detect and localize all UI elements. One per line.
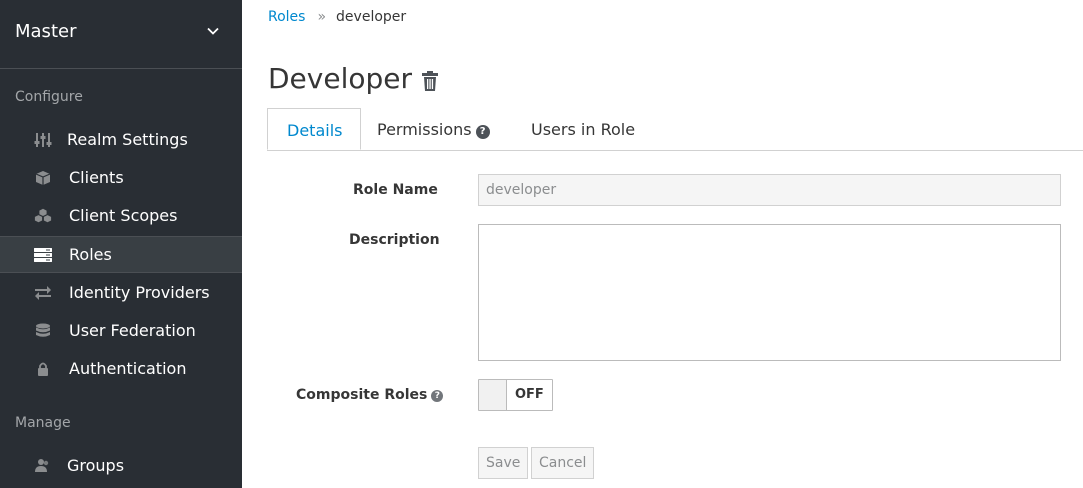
tab-label: Users in Role	[531, 120, 636, 139]
sidebar-item-label: User Federation	[69, 321, 196, 340]
cubes-icon	[34, 208, 52, 223]
sidebar-item-identity-providers[interactable]: Identity Providers	[0, 274, 242, 311]
sidebar-item-clients[interactable]: Clients	[0, 159, 242, 196]
sidebar-item-client-scopes[interactable]: Client Scopes	[0, 197, 242, 234]
main-content: Roles » developer Developer Details Permis…	[242, 0, 1083, 488]
realm-selector[interactable]: Master	[0, 0, 242, 69]
sidebar-item-groups[interactable]: Groups	[0, 447, 242, 484]
sidebar-item-label: Realm Settings	[67, 130, 188, 149]
sidebar-item-label: Groups	[67, 456, 125, 475]
database-icon	[36, 323, 50, 337]
role-name-input[interactable]	[478, 174, 1061, 206]
tab-label: Details	[287, 121, 343, 140]
sidebar-item-label: Client Scopes	[69, 206, 178, 225]
sidebar-item-label: Identity Providers	[69, 283, 210, 302]
role-name-label: Role Name	[353, 182, 438, 198]
sidebar-item-realm-settings[interactable]: Realm Settings	[0, 121, 242, 158]
tab-label: Permissions	[377, 120, 472, 139]
sidebar-item-user-federation[interactable]: User Federation	[0, 312, 242, 349]
save-button[interactable]: Save	[478, 447, 529, 479]
sidebar-item-label: Clients	[69, 168, 124, 187]
sidebar-item-label: Roles	[69, 245, 112, 264]
sliders-icon	[34, 133, 52, 147]
breadcrumb-separator: »	[317, 9, 327, 25]
trash-icon[interactable]	[421, 70, 439, 92]
composite-roles-label: Composite Roles?	[296, 387, 444, 403]
breadcrumb: Roles » developer	[268, 9, 406, 25]
breadcrumb-roles-link[interactable]: Roles	[268, 9, 305, 25]
help-icon[interactable]: ?	[475, 125, 490, 139]
tab-bar: Details Permissions? Users in Role	[267, 108, 1083, 151]
users-icon	[35, 459, 49, 472]
roles-icon	[34, 248, 52, 262]
page-title: Developer	[268, 62, 413, 95]
sidebar-item-roles[interactable]: Roles	[0, 236, 242, 273]
manage-section-label: Manage	[15, 415, 71, 431]
sidebar-item-label: Authentication	[69, 359, 187, 378]
toggle-handle	[479, 380, 507, 410]
tab-details[interactable]: Details	[267, 108, 362, 150]
tab-users-in-role[interactable]: Users in Role	[531, 108, 635, 150]
chevron-down-icon	[207, 27, 219, 35]
tab-permissions[interactable]: Permissions?	[377, 108, 490, 150]
cancel-button[interactable]: Cancel	[531, 447, 595, 479]
sidebar: Master Configure Realm Settings Clients …	[0, 0, 242, 488]
lock-icon	[38, 362, 48, 376]
realm-name: Master	[15, 21, 77, 42]
configure-section-label: Configure	[15, 89, 83, 105]
composite-roles-toggle[interactable]: OFF	[478, 379, 553, 411]
exchange-icon	[35, 286, 51, 300]
breadcrumb-current: developer	[336, 9, 407, 25]
sidebar-item-authentication[interactable]: Authentication	[0, 350, 242, 387]
description-label: Description	[349, 232, 440, 248]
toggle-state-text: OFF	[515, 387, 544, 402]
help-icon[interactable]: ?	[431, 390, 444, 402]
composite-roles-text: Composite Roles	[296, 387, 428, 403]
cube-icon	[35, 171, 51, 185]
description-textarea[interactable]	[478, 224, 1061, 361]
